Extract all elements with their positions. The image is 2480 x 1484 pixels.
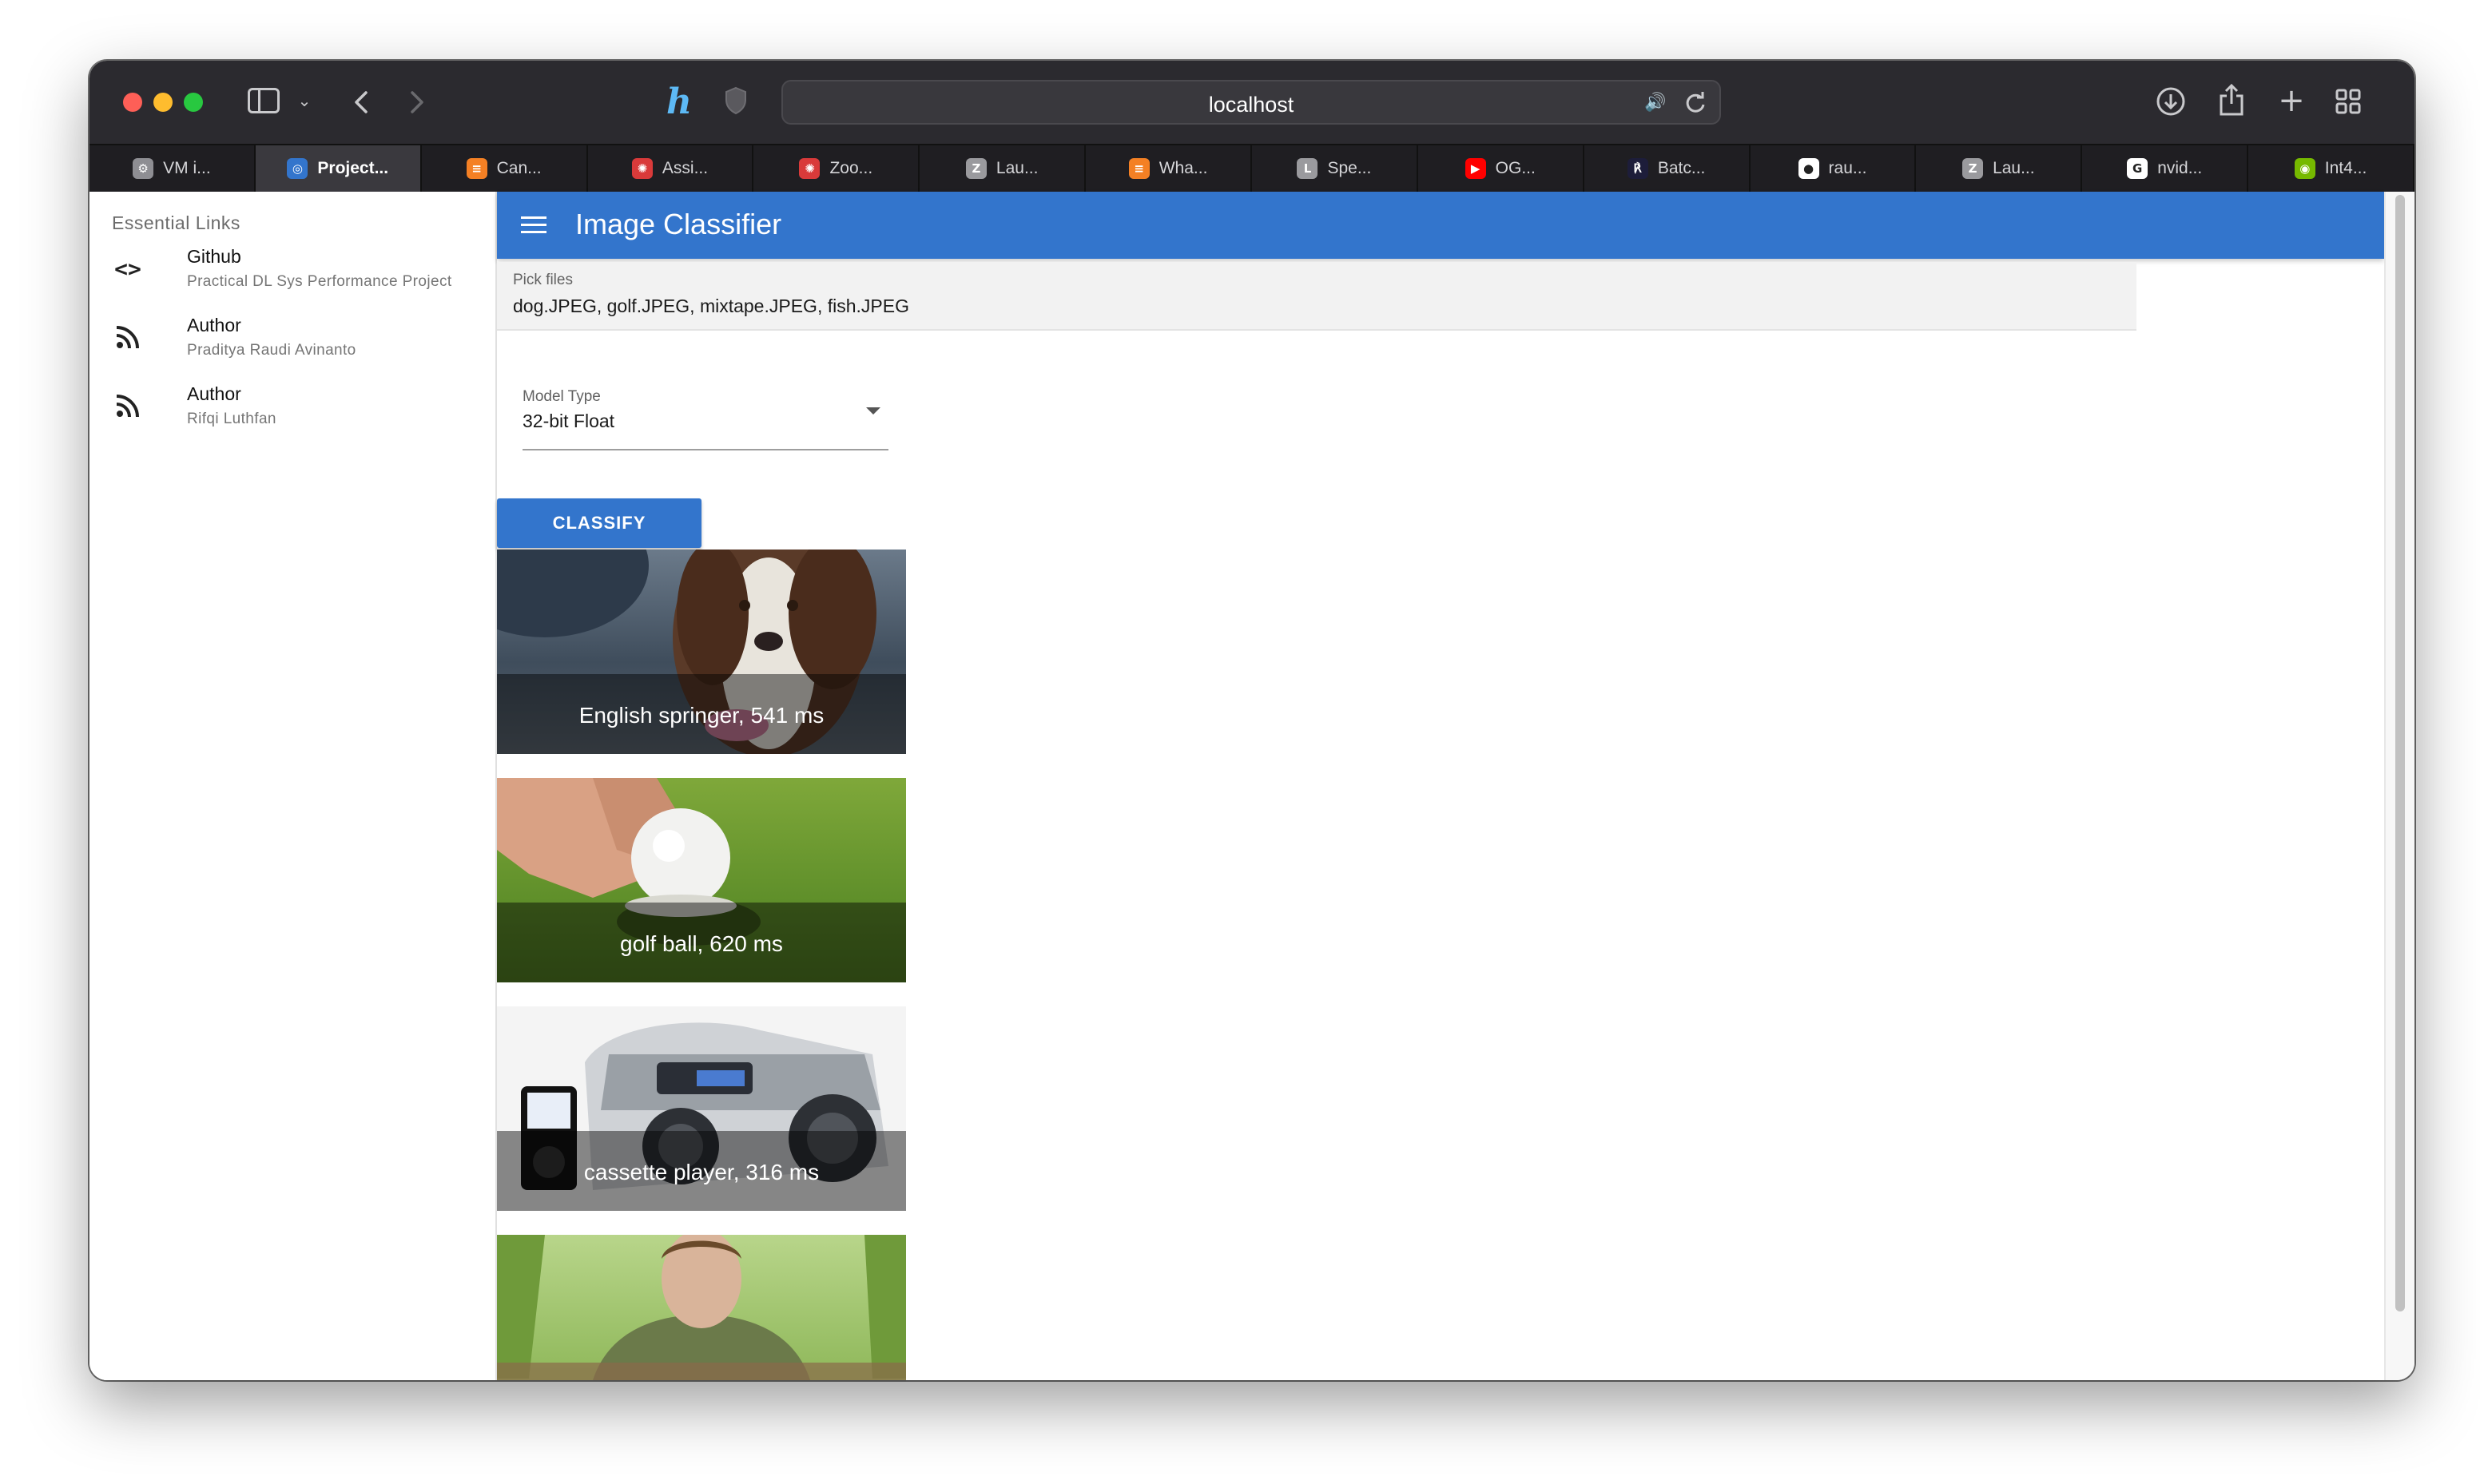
reload-icon[interactable] bbox=[1684, 91, 1707, 115]
tab-label: rau... bbox=[1828, 159, 1867, 177]
stackoverflow-icon: ≡ bbox=[1128, 158, 1150, 179]
rss-feed-icon bbox=[116, 326, 139, 349]
file-picker[interactable]: Pick files dog.JPEG, golf.JPEG, mixtape.… bbox=[497, 262, 2136, 331]
nvidia-icon: ◉ bbox=[2294, 158, 2315, 179]
model-type-select[interactable]: Model Type 32-bit Float bbox=[523, 388, 888, 450]
tab-label: OG... bbox=[1495, 159, 1536, 177]
link-caption: Rifqi Luthfan bbox=[187, 411, 276, 427]
result-card: golf ball, 620 ms bbox=[497, 778, 906, 982]
google-icon: G bbox=[2127, 158, 2148, 179]
tab-label: Lau... bbox=[1993, 159, 2035, 177]
tab-label: Batc... bbox=[1657, 159, 1706, 177]
drawer-header: Essential Links bbox=[112, 212, 240, 233]
minimize-window-button[interactable] bbox=[153, 93, 173, 112]
sidebar-toggle-icon[interactable] bbox=[248, 88, 280, 113]
browser-tab[interactable]: ✺ Assi... bbox=[588, 145, 754, 192]
app-header: Image Classifier bbox=[497, 192, 2384, 259]
classify-button[interactable]: CLASSIFY bbox=[497, 498, 701, 548]
browser-tab[interactable]: Z Lau... bbox=[920, 145, 1087, 192]
result-caption: golf ball, 620 ms bbox=[620, 931, 783, 956]
youtube-icon: ▶ bbox=[1465, 158, 1486, 179]
downloads-icon[interactable] bbox=[2156, 86, 2186, 117]
browser-tab[interactable]: ⚙ VM i... bbox=[89, 145, 256, 192]
page-content: Essential Links <> Github Practical DL S… bbox=[89, 192, 2414, 1380]
new-tab-icon[interactable]: + bbox=[2275, 82, 2307, 119]
extension-h-icon[interactable]: ℎ bbox=[663, 81, 695, 122]
browser-toolbar: ⌄ ℎ localhost 🔊 + bbox=[89, 61, 2414, 144]
z-icon: Z bbox=[1962, 158, 1984, 179]
author-link-1[interactable]: Author Praditya Raudi Avinanto bbox=[89, 304, 495, 372]
tab-label: VM i... bbox=[163, 159, 211, 177]
browser-tab[interactable]: ≡ Can... bbox=[422, 145, 588, 192]
browser-tab[interactable]: ◉ Int4... bbox=[2248, 145, 2414, 192]
docs-icon: ℟ bbox=[1627, 158, 1648, 179]
browser-tab[interactable]: ℟ Batc... bbox=[1584, 145, 1751, 192]
browser-tab[interactable]: ● rau... bbox=[1751, 145, 1917, 192]
stackoverflow-icon: ≡ bbox=[466, 158, 487, 179]
tab-bar: ⚙ VM i... ◎ Project... ≡ Can... ✺ Assi... ✺ Zoo..… bbox=[89, 144, 2414, 192]
rss-feed-icon bbox=[116, 395, 139, 418]
tab-label: Lau... bbox=[996, 159, 1039, 177]
course-icon: ✺ bbox=[631, 158, 653, 179]
browser-tab[interactable]: L Spe... bbox=[1252, 145, 1418, 192]
app-icon: ◎ bbox=[287, 158, 308, 179]
file-picker-value: dog.JPEG, golf.JPEG, mixtape.JPEG, fish.… bbox=[513, 296, 909, 316]
link-title: Author bbox=[187, 315, 241, 335]
link-title: Github bbox=[187, 246, 241, 267]
result-card bbox=[497, 1235, 906, 1380]
forward-icon[interactable] bbox=[406, 89, 428, 115]
gear-icon: ⚙ bbox=[133, 158, 154, 179]
tab-overview-icon[interactable] bbox=[2335, 88, 2362, 115]
browser-window: ⌄ ℎ localhost 🔊 + ⚙ VM i... ◎ Project...… bbox=[89, 61, 2414, 1380]
address-bar[interactable]: localhost 🔊 bbox=[781, 80, 1721, 125]
link-caption: Praditya Raudi Avinanto bbox=[187, 342, 356, 359]
share-icon[interactable] bbox=[2218, 83, 2245, 117]
browser-tab[interactable]: ≡ Wha... bbox=[1086, 145, 1252, 192]
github-icon: ● bbox=[1798, 158, 1819, 179]
tab-label: Project... bbox=[317, 159, 389, 177]
model-type-value: 32-bit Float bbox=[523, 411, 615, 431]
page-scrollbar[interactable] bbox=[2384, 192, 2414, 1380]
result-card: cassette player, 316 ms bbox=[497, 1006, 906, 1211]
navigation-drawer: Essential Links <> Github Practical DL S… bbox=[89, 192, 497, 1380]
l-icon: L bbox=[1297, 158, 1318, 179]
author-link-2[interactable]: Author Rifqi Luthfan bbox=[89, 372, 495, 441]
speaker-icon[interactable]: 🔊 bbox=[1643, 89, 1668, 115]
z-icon: Z bbox=[965, 158, 987, 179]
dropdown-arrow-icon bbox=[866, 407, 880, 415]
tab-label: Zoo... bbox=[829, 159, 873, 177]
browser-tab[interactable]: Gnvid... bbox=[2082, 145, 2249, 192]
link-title: Author bbox=[187, 383, 241, 404]
back-icon[interactable] bbox=[350, 89, 372, 115]
file-picker-label: Pick files bbox=[513, 272, 573, 288]
tab-label: Can... bbox=[496, 159, 542, 177]
tab-label: Spe... bbox=[1327, 159, 1372, 177]
tab-label: nvid... bbox=[2157, 159, 2203, 177]
fish-image bbox=[497, 1235, 906, 1380]
zoom-window-button[interactable] bbox=[184, 93, 203, 112]
tab-label: Wha... bbox=[1159, 159, 1208, 177]
result-caption: English springer, 541 ms bbox=[578, 703, 825, 728]
menu-icon[interactable] bbox=[521, 216, 546, 234]
result-card: English springer, 541 ms bbox=[497, 550, 906, 754]
model-type-label: Model Type bbox=[523, 388, 601, 405]
browser-tab[interactable]: ▶ OG... bbox=[1418, 145, 1584, 192]
browser-tab[interactable]: ✺ Zoo... bbox=[753, 145, 920, 192]
scroll-thumb[interactable] bbox=[2395, 195, 2405, 1311]
browser-tab[interactable]: ◎ Project... bbox=[255, 145, 422, 192]
tab-label: Int4... bbox=[2324, 159, 2367, 177]
close-window-button[interactable] bbox=[123, 93, 142, 112]
privacy-shield-icon[interactable] bbox=[724, 86, 748, 115]
tab-label: Assi... bbox=[662, 159, 709, 177]
browser-tab[interactable]: Z Lau... bbox=[1916, 145, 2083, 192]
course-icon: ✺ bbox=[799, 158, 821, 179]
url-text: localhost bbox=[1208, 93, 1294, 117]
result-caption: cassette player, 316 ms bbox=[583, 1160, 820, 1184]
chevron-down-icon[interactable]: ⌄ bbox=[292, 88, 316, 113]
github-link[interactable]: <> Github Practical DL Sys Performance P… bbox=[89, 235, 495, 304]
link-caption: Practical DL Sys Performance Project bbox=[187, 273, 452, 290]
code-icon: <> bbox=[114, 255, 141, 282]
page-title: Image Classifier bbox=[575, 208, 782, 240]
